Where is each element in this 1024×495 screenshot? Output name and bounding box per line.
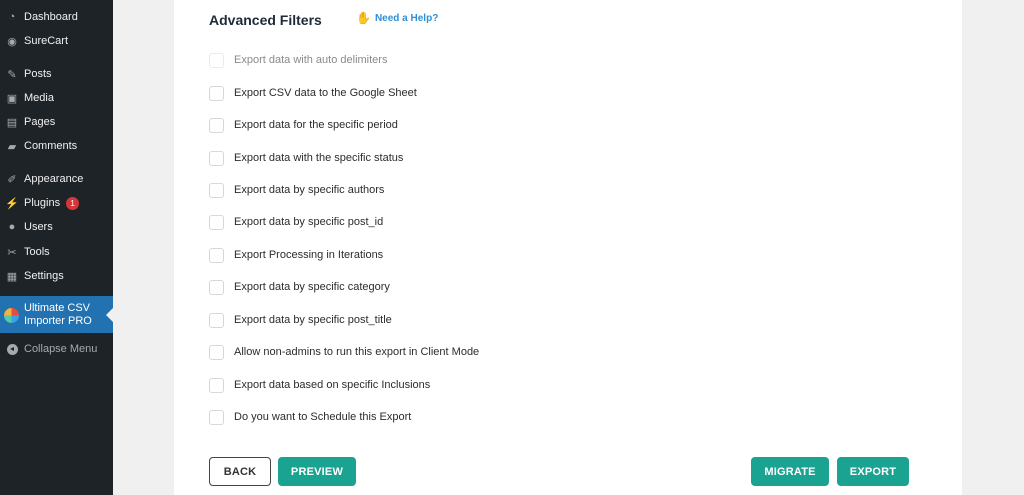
- update-count-badge: 1: [66, 196, 80, 210]
- pin-icon: ✎: [7, 68, 17, 81]
- option-specific-period[interactable]: Export data for the specific period: [209, 116, 398, 134]
- option-label: Export data based on specific Inclusions: [234, 379, 431, 391]
- media-icon: ▣: [6, 92, 18, 105]
- user-icon: ●: [8, 221, 16, 233]
- sidebar-item-pages[interactable]: ▤ Pages: [0, 111, 113, 133]
- option-label: Export data for the specific period: [234, 119, 398, 131]
- pages-icon: ▤: [6, 116, 18, 129]
- option-label: Export data by specific category: [234, 281, 390, 293]
- sidebar-item-plugins[interactable]: ⚡ Plugins 1: [0, 192, 113, 214]
- sidebar-item-label: Tools: [24, 246, 50, 258]
- checkbox[interactable]: [209, 52, 224, 68]
- sidebar-item-label: Comments: [24, 140, 78, 152]
- help-link[interactable]: ✋ Need a Help?: [356, 11, 438, 25]
- checkbox[interactable]: [209, 85, 224, 101]
- sidebar-item-users[interactable]: ● Users: [0, 216, 113, 238]
- option-label: Export data by specific authors: [234, 184, 385, 196]
- sidebar-item-label: Media: [24, 92, 54, 104]
- active-arrow-indicator: [106, 308, 113, 322]
- collapse-icon: [0, 343, 24, 355]
- checkbox[interactable]: [209, 344, 224, 360]
- page-title: Advanced Filters: [209, 12, 322, 28]
- migrate-button[interactable]: MIGRATE: [751, 457, 829, 486]
- option-specific-post-title[interactable]: Export data by specific post_title: [209, 311, 392, 329]
- checkbox[interactable]: [209, 117, 224, 133]
- sidebar-item-label: Ultimate CSV Importer PRO: [24, 302, 92, 328]
- checkbox[interactable]: [209, 377, 224, 393]
- sidebar-item-dashboard[interactable]: ◔ Dashboard: [0, 6, 113, 28]
- checkbox[interactable]: [209, 182, 224, 198]
- sidebar-item-label: Posts: [24, 68, 52, 80]
- option-specific-status[interactable]: Export data with the specific status: [209, 149, 403, 167]
- hand-icon: ✋: [356, 11, 371, 25]
- sidebar-item-settings[interactable]: ▦ Settings: [0, 265, 113, 287]
- preview-button[interactable]: PREVIEW: [278, 457, 356, 486]
- sidebar-item-appearance[interactable]: ✐ Appearance: [0, 168, 113, 190]
- option-specific-inclusions[interactable]: Export data based on specific Inclusions: [209, 376, 430, 394]
- sidebar-item-comments[interactable]: ▰ Comments: [0, 135, 113, 157]
- sidebar-item-label: Settings: [24, 270, 64, 282]
- sidebar-item-label: Dashboard: [24, 11, 78, 23]
- option-label: Export data by specific post_title: [234, 314, 392, 326]
- option-label: Export data with auto delimiters: [234, 54, 388, 66]
- option-label: Do you want to Schedule this Export: [234, 411, 412, 423]
- option-schedule-export[interactable]: Do you want to Schedule this Export: [209, 408, 411, 426]
- sidebar-item-label: Pages: [24, 116, 56, 128]
- csv-importer-logo-icon: [4, 308, 19, 323]
- option-processing-iterations[interactable]: Export Processing in Iterations: [209, 246, 383, 264]
- checkbox[interactable]: [209, 214, 224, 230]
- wrench-icon: ✂: [7, 246, 17, 259]
- option-label: Allow non-admins to run this export in C…: [234, 346, 480, 358]
- sidebar-item-label: Plugins: [24, 197, 61, 209]
- checkbox[interactable]: [209, 150, 224, 166]
- option-specific-post-id[interactable]: Export data by specific post_id: [209, 213, 383, 231]
- option-client-mode[interactable]: Allow non-admins to run this export in C…: [209, 343, 479, 361]
- sidebar-item-label: Users: [24, 221, 53, 233]
- checkbox[interactable]: [209, 247, 224, 263]
- option-label: Export Processing in Iterations: [234, 249, 384, 261]
- sidebar-item-label: SureCart: [24, 35, 69, 47]
- collapse-menu-button[interactable]: Collapse Menu: [0, 338, 113, 360]
- option-auto-delimiters[interactable]: Export data with auto delimiters: [209, 51, 387, 69]
- option-label: Export data by specific post_id: [234, 216, 384, 228]
- admin-sidebar: ◔ Dashboard ◉ SureCart ✎ Posts ▣ Media ▤…: [0, 0, 113, 495]
- sidebar-item-label: Appearance: [24, 173, 84, 185]
- sidebar-item-posts[interactable]: ✎ Posts: [0, 63, 113, 85]
- option-label: Export data with the specific status: [234, 152, 404, 164]
- back-button[interactable]: BACK: [209, 457, 271, 486]
- checkbox[interactable]: [209, 409, 224, 425]
- collapse-menu-label: Collapse Menu: [24, 343, 98, 355]
- sidebar-item-ultimate-csv-importer[interactable]: Ultimate CSV Importer PRO: [0, 296, 113, 333]
- label-line-2: Importer PRO: [24, 315, 92, 327]
- settings-icon: ▦: [6, 270, 18, 283]
- export-button[interactable]: EXPORT: [837, 457, 909, 486]
- option-specific-authors[interactable]: Export data by specific authors: [209, 181, 384, 199]
- label-line-1: Ultimate CSV: [24, 302, 91, 314]
- option-specific-category[interactable]: Export data by specific category: [209, 278, 390, 296]
- surecart-icon: ◉: [7, 35, 17, 48]
- checkbox[interactable]: [209, 279, 224, 295]
- option-google-sheet[interactable]: Export CSV data to the Google Sheet: [209, 84, 417, 102]
- comment-icon: ▰: [7, 140, 17, 153]
- sidebar-item-tools[interactable]: ✂ Tools: [0, 241, 113, 263]
- brush-icon: ✐: [7, 173, 17, 186]
- checkbox[interactable]: [209, 312, 224, 328]
- sidebar-item-surecart[interactable]: ◉ SureCart: [0, 30, 113, 52]
- sidebar-item-media[interactable]: ▣ Media: [0, 87, 113, 109]
- option-label: Export CSV data to the Google Sheet: [234, 87, 417, 99]
- plugin-icon: ⚡: [5, 197, 19, 210]
- help-link-label: Need a Help?: [374, 12, 439, 24]
- dashboard-icon: ◔: [8, 11, 16, 23]
